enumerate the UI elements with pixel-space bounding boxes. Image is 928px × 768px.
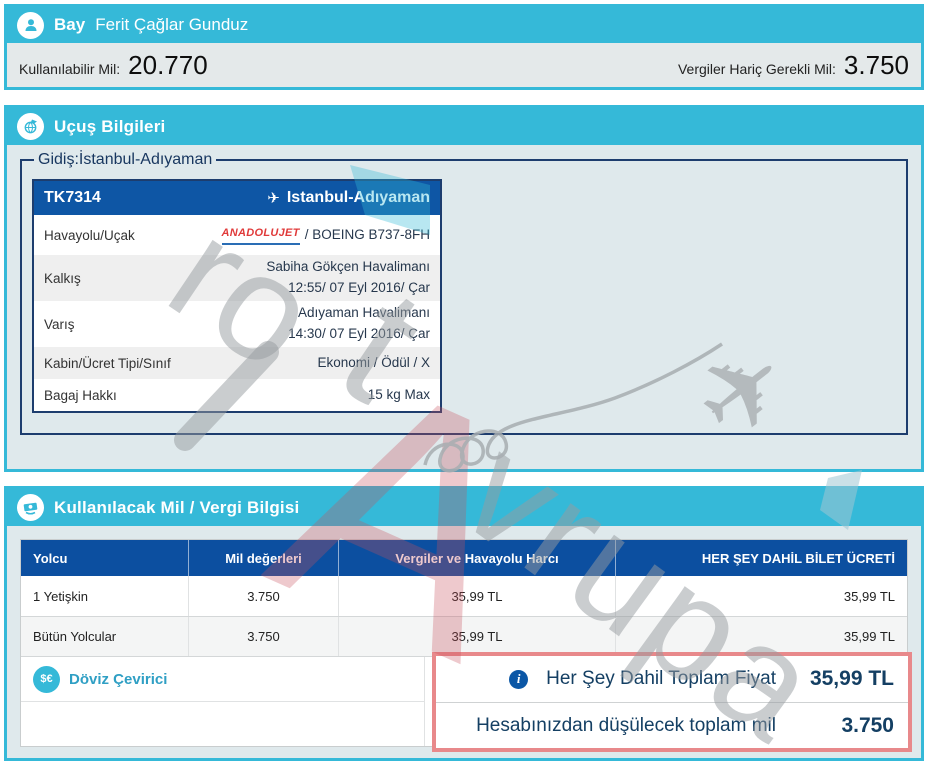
available-miles-value: 20.770 xyxy=(128,50,208,81)
available-miles-label: Kullanılabilir Mil: xyxy=(19,61,120,77)
arrival-time: 14:30/ 07 Eyl 2016/ Çar xyxy=(288,324,430,345)
arrival-airport: Adıyaman Havalimanı xyxy=(288,303,430,324)
baggage-value: 15 kg Max xyxy=(368,385,430,406)
airline-label: Havayolu/Uçak xyxy=(44,228,135,243)
cell-passenger: 1 Yetişkin xyxy=(21,589,188,604)
currency-converter-label: Döviz Çevirici xyxy=(69,671,167,688)
col-header-total-fare: HER ŞEY DAHİL BİLET ÜCRETİ xyxy=(615,540,907,576)
leg-title: Gidiş:İstanbul-Adıyaman xyxy=(34,151,216,169)
currency-converter-link[interactable]: $€ Döviz Çevirici xyxy=(21,657,424,702)
empty-cell xyxy=(21,702,424,746)
flight-route: Istanbul-Adıyaman xyxy=(287,189,430,207)
col-header-passenger: Yolcu xyxy=(21,551,188,566)
total-miles-value: 3.750 xyxy=(802,714,894,738)
table-bottom-region: $€ Döviz Çevirici i Her Şey Dahil Toplam… xyxy=(21,656,907,746)
row-baggage: Bagaj Hakkı 15 kg Max xyxy=(34,379,440,411)
total-price-value: 35,99 TL xyxy=(802,667,894,691)
flight-section-title: Uçuş Bilgileri xyxy=(54,117,165,137)
user-icon xyxy=(17,12,44,39)
flight-info-section: Uçuş Bilgileri Gidiş:İstanbul-Adıyaman T… xyxy=(4,105,924,472)
arrival-label: Varış xyxy=(44,317,75,332)
miles-tax-title: Kullanılacak Mil / Vergi Bilgisi xyxy=(54,498,299,518)
flight-globe-icon xyxy=(17,113,44,140)
cell-taxes: 35,99 TL xyxy=(338,617,615,656)
cabin-label: Kabin/Ücret Tipi/Sınıf xyxy=(44,356,171,371)
cell-total: 35,99 TL xyxy=(615,617,907,656)
departure-time: 12:55/ 07 Eyl 2016/ Çar xyxy=(266,278,430,299)
flight-number: TK7314 xyxy=(44,189,101,207)
row-departure: Kalkış Sabiha Gökçen Havalimanı 12:55/ 0… xyxy=(34,255,440,301)
member-header: Bay Ferit Çağlar Gunduz xyxy=(7,7,921,43)
row-airline-aircraft: Havayolu/Uçak ANADOLUJET / BOEING B737-8… xyxy=(34,215,440,255)
member-prefix: Bay xyxy=(54,15,85,35)
baggage-label: Bagaj Hakkı xyxy=(44,388,117,403)
total-miles-row: Hesabınızdan düşülecek toplam mil 3.750 xyxy=(436,702,908,748)
member-section: Bay Ferit Çağlar Gunduz Kullanılabilir M… xyxy=(4,4,924,90)
col-header-taxes: Vergiler ve Havayolu Harcı xyxy=(338,540,615,576)
row-arrival: Varış Adıyaman Havalimanı 14:30/ 07 Eyl … xyxy=(34,301,440,347)
miles-tax-header: Kullanılacak Mil / Vergi Bilgisi xyxy=(7,489,921,526)
totals-highlight-box: i Her Şey Dahil Toplam Fiyat 35,99 TL He… xyxy=(432,652,912,752)
required-miles-label: Vergiler Hariç Gerekli Mil: xyxy=(678,61,836,77)
flight-card: TK7314 ✈ Istanbul-Adıyaman Havayolu/Uçak… xyxy=(32,179,442,413)
total-price-label: Her Şey Dahil Toplam Fiyat xyxy=(546,668,776,690)
cell-miles: 3.750 xyxy=(188,576,338,616)
total-miles-label: Hesabınızdan düşülecek toplam mil xyxy=(476,715,776,737)
table-header-row: Yolcu Mil değerleri Vergiler ve Havayolu… xyxy=(21,540,907,576)
table-row: Bütün Yolcular 3.750 35,99 TL 35,99 TL xyxy=(21,616,907,656)
departure-label: Kalkış xyxy=(44,271,81,286)
required-miles-value: 3.750 xyxy=(844,50,909,81)
table-row: 1 Yetişkin 3.750 35,99 TL 35,99 TL xyxy=(21,576,907,616)
info-icon[interactable]: i xyxy=(509,670,528,689)
miles-tax-section: Kullanılacak Mil / Vergi Bilgisi Yolcu M… xyxy=(4,486,924,761)
cell-total: 35,99 TL xyxy=(615,576,907,616)
miles-table: Yolcu Mil değerleri Vergiler ve Havayolu… xyxy=(20,539,908,747)
flight-info-header: Uçuş Bilgileri xyxy=(7,108,921,145)
leg-fieldset: Gidiş:İstanbul-Adıyaman TK7314 ✈ Istanbu… xyxy=(20,151,908,435)
departure-airport: Sabiha Gökçen Havalimanı xyxy=(266,257,430,278)
money-icon xyxy=(17,494,44,521)
cell-passenger: Bütün Yolcular xyxy=(21,629,188,644)
flight-card-header: TK7314 ✈ Istanbul-Adıyaman xyxy=(34,181,440,215)
row-cabin: Kabin/Ücret Tipi/Sınıf Ekonomi / Ödül / … xyxy=(34,347,440,379)
miles-content: Yolcu Mil değerleri Vergiler ve Havayolu… xyxy=(7,526,921,758)
page: Bay Ferit Çağlar Gunduz Kullanılabilir M… xyxy=(0,0,928,768)
cell-miles: 3.750 xyxy=(188,617,338,656)
anadolujet-logo: ANADOLUJET xyxy=(222,225,300,245)
plane-icon: ✈ xyxy=(267,189,280,207)
currency-exchange-icon: $€ xyxy=(33,666,60,693)
flight-content: Gidiş:İstanbul-Adıyaman TK7314 ✈ Istanbu… xyxy=(7,145,921,469)
cabin-value: Ekonomi / Ödül / X xyxy=(317,353,430,374)
total-price-row: i Her Şey Dahil Toplam Fiyat 35,99 TL xyxy=(436,656,908,702)
miles-summary-bar: Kullanılabilir Mil: 20.770 Vergiler Hari… xyxy=(7,43,921,87)
col-header-miles: Mil değerleri xyxy=(188,540,338,576)
member-name: Ferit Çağlar Gunduz xyxy=(95,15,248,35)
aircraft-value: / BOEING B737-8FH xyxy=(305,225,430,246)
cell-taxes: 35,99 TL xyxy=(338,576,615,616)
